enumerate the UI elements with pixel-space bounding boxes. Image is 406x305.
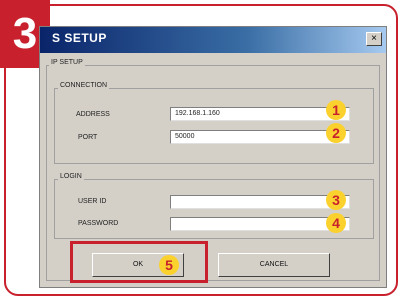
title-bar: S SETUP × [40,27,386,53]
connection-label: CONNECTION [58,82,110,89]
callout-badge-4: 4 [326,213,346,233]
login-label: LOGIN [58,173,84,180]
address-field[interactable]: 192.168.1.160 [170,107,350,121]
password-label: PASSWORD [78,220,119,227]
connection-group [54,88,374,164]
port-field[interactable]: 50000 [170,130,350,144]
callout-badge-3: 3 [326,190,346,210]
cancel-button[interactable]: CANCEL [218,253,330,277]
address-label: ADDRESS [76,111,110,118]
user-id-field[interactable] [170,195,350,209]
callout-badge-2: 2 [326,123,346,143]
ok-button-highlight [70,241,208,283]
ip-setup-label: IP SETUP [49,59,85,66]
close-icon[interactable]: × [366,32,382,46]
user-id-label: USER ID [78,198,107,205]
password-field[interactable] [170,217,350,231]
port-label: PORT [78,134,98,141]
window-title: S SETUP [52,31,107,45]
callout-badge-1: 1 [326,100,346,120]
callout-badge-5: 5 [159,255,179,275]
